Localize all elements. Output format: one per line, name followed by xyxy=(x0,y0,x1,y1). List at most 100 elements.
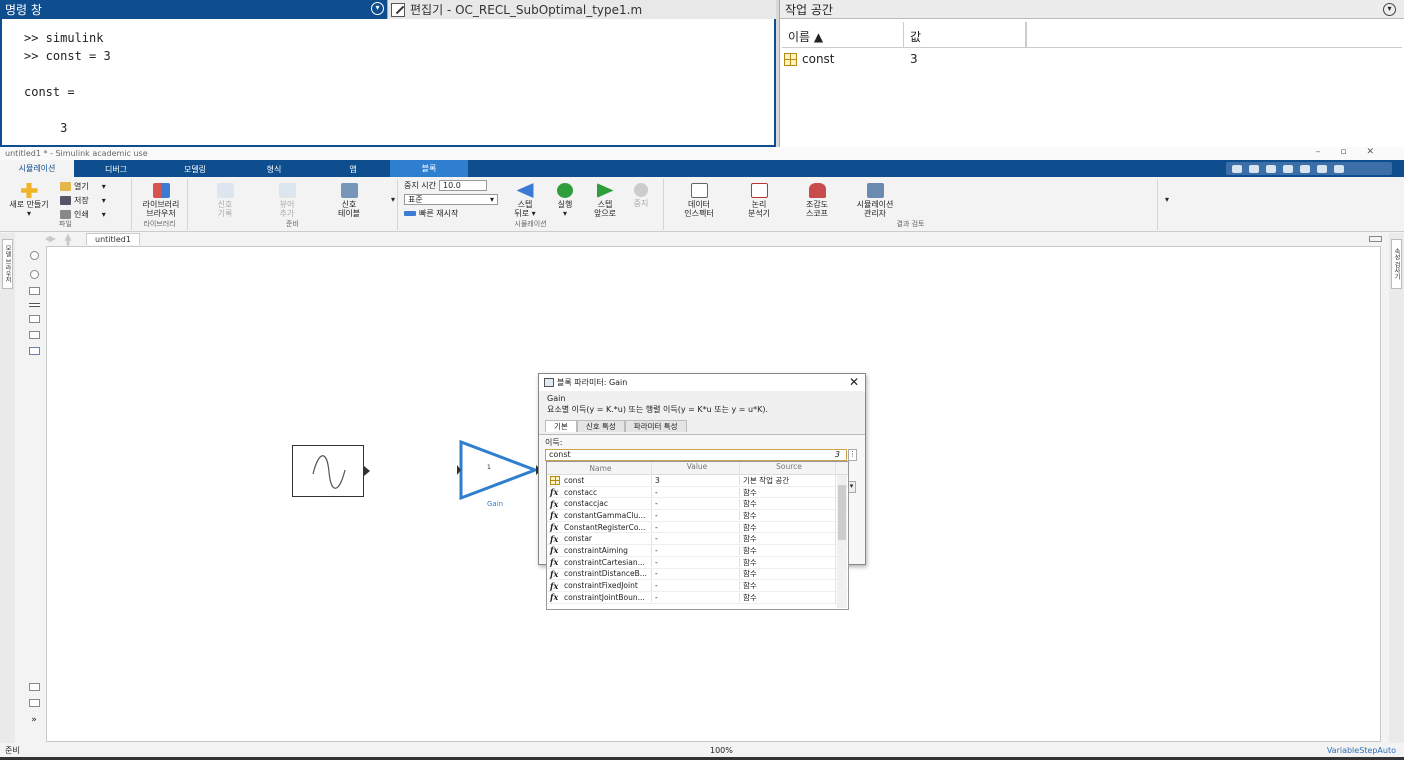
solver-link[interactable]: VariableStepAuto xyxy=(1327,746,1396,755)
prepare-gallery-chevron-icon[interactable]: ▾ xyxy=(391,195,395,204)
data-inspector-button[interactable]: 데이터 인스펙터 xyxy=(676,183,722,218)
fit-to-view-icon[interactable] xyxy=(28,287,40,295)
workspace-row[interactable]: const 3 xyxy=(782,48,1402,70)
editor-tab[interactable]: 편집기 - OC_RECL_SubOptimal_type1.m xyxy=(387,0,776,19)
new-button[interactable]: 새로 만들기 ▾ xyxy=(4,183,54,218)
arrow-line-icon[interactable] xyxy=(28,303,40,307)
search-icon[interactable] xyxy=(1283,164,1293,173)
model-explorer-icon[interactable] xyxy=(28,699,40,707)
ws-col-name[interactable]: 이름 ▲ xyxy=(782,22,904,47)
property-inspector-tab[interactable]: 속성 검사기 xyxy=(1391,239,1402,289)
panel-menu-icon[interactable]: ▾ xyxy=(371,2,384,15)
gain-block[interactable]: 1 xyxy=(457,439,541,502)
library-browser-button[interactable]: 라이브러리 브라우저 xyxy=(136,183,186,218)
data-inspector-label-2: 인스펙터 xyxy=(684,209,714,218)
step-back-button[interactable]: 스텝 뒤로 ▾ xyxy=(508,183,542,218)
ws-var-value: 3 xyxy=(910,52,918,66)
gain-block-name[interactable]: Gain xyxy=(487,500,503,508)
logic-analyzer-button[interactable]: 논리 분석기 xyxy=(736,183,782,218)
add-viewer-button[interactable]: 뷰어 추가 xyxy=(264,183,310,218)
settings-icon[interactable] xyxy=(1334,164,1344,173)
save-button[interactable]: 저장 ▾ xyxy=(60,195,106,206)
log-signals-label-1: 신호 xyxy=(217,200,233,209)
layout-icon[interactable] xyxy=(1300,164,1310,173)
model-browser-tab[interactable]: 모델 브라우저 xyxy=(2,239,13,289)
chevron-down-icon: ▾ xyxy=(529,209,536,218)
image-icon[interactable] xyxy=(28,331,40,339)
tab-signal-attributes[interactable]: 신호 특성 xyxy=(576,420,625,432)
cmd-line: 3 xyxy=(24,121,68,135)
scrollbar-thumb[interactable] xyxy=(838,485,846,540)
tab-main[interactable]: 기본 xyxy=(545,420,577,432)
sine-wave-block[interactable] xyxy=(292,445,370,497)
list-item[interactable]: fx constraintDistanceB... - 함수 xyxy=(547,568,848,581)
open-button[interactable]: 열기 ▾ xyxy=(60,181,106,192)
fast-restart-toggle[interactable]: 빠른 재시작 xyxy=(404,208,458,219)
simulation-manager-button[interactable]: 시뮬레이션 관리자 xyxy=(850,183,900,218)
tab-apps[interactable]: 앱 xyxy=(316,162,390,177)
ws-col-value[interactable]: 값 xyxy=(904,22,1026,47)
list-item[interactable]: fx constraintJointBoun... - 함수 xyxy=(547,591,848,604)
stop-time-input[interactable]: 10.0 xyxy=(438,180,487,191)
list-item[interactable]: fx constraintFixedJoint - 함수 xyxy=(547,580,848,592)
cmd-line xyxy=(24,65,774,83)
list-item[interactable]: fx constaccjac - 함수 xyxy=(547,498,848,511)
up-arrow-icon[interactable] xyxy=(65,233,72,245)
tab-simulation[interactable]: 시뮬레이션 xyxy=(0,160,74,177)
tab-parameter-attributes[interactable]: 파라미터 특성 xyxy=(624,420,687,432)
library-browser-label-2: 브라우저 xyxy=(146,209,176,218)
autocomplete-header: Name Value Source xyxy=(547,462,848,475)
list-item[interactable]: fx constraintAiming - 함수 xyxy=(547,544,848,557)
quick-access-toolbar[interactable] xyxy=(1226,162,1392,175)
zoom-icon[interactable] xyxy=(29,270,39,279)
sim-mode-select[interactable]: 표준 ▾ xyxy=(404,194,498,205)
help-icon[interactable] xyxy=(1317,164,1327,173)
function-icon: fx xyxy=(550,533,559,544)
viewer-icon xyxy=(278,183,296,198)
hide-show-icon[interactable] xyxy=(29,251,39,260)
ac-item-source: 함수 xyxy=(740,533,836,545)
ws-cell-name: const xyxy=(782,52,904,66)
panel-menu-icon[interactable]: ▾ xyxy=(1383,3,1396,16)
ribbon-section-file: 새로 만들기 ▾ 열기 ▾ 저장 ▾ 인쇄 ▾ 파일 xyxy=(0,179,132,230)
list-item[interactable]: fx constar - 함수 xyxy=(547,533,848,546)
undo-icon[interactable] xyxy=(1249,164,1259,173)
log-signals-button[interactable]: 신호 기록 xyxy=(202,183,248,218)
ac-item-source: 함수 xyxy=(740,486,836,498)
ac-item-source: 함수 xyxy=(740,544,836,556)
new-label: 새로 만들기 xyxy=(9,200,49,209)
save-icon[interactable] xyxy=(1232,164,1242,173)
step-forward-button[interactable]: 스텝 앞으로 xyxy=(588,183,622,218)
tab-debug[interactable]: 디버그 xyxy=(74,162,158,177)
stop-icon xyxy=(634,183,648,197)
list-item[interactable]: const 3 기본 작업 공간 xyxy=(547,474,848,487)
tab-block[interactable]: 블록 xyxy=(390,160,468,177)
expand-palette-icon[interactable]: » xyxy=(22,715,46,725)
more-options-icon[interactable]: ⋮ xyxy=(848,449,857,461)
breadcrumb[interactable]: untitled1 xyxy=(86,233,140,245)
close-icon[interactable]: ✕ xyxy=(849,375,859,389)
run-button[interactable]: 실행 ▾ xyxy=(548,183,582,218)
tab-modeling[interactable]: 모델링 xyxy=(158,162,232,177)
list-item[interactable]: fx constacc - 함수 xyxy=(547,486,848,499)
gain-input[interactable]: const 3 xyxy=(545,449,847,461)
list-item[interactable]: fx constantGammaClu... - 함수 xyxy=(547,509,848,522)
birds-eye-scope-button[interactable]: 조감도 스코프 xyxy=(794,183,840,218)
tab-format[interactable]: 형식 xyxy=(232,162,316,177)
window-controls[interactable]: –▫✕ xyxy=(1316,147,1394,157)
redo-icon[interactable] xyxy=(1266,164,1276,173)
area-icon[interactable] xyxy=(28,347,40,355)
output-port-icon[interactable] xyxy=(364,466,370,476)
model-data-icon[interactable] xyxy=(28,683,40,691)
ribbon-more-chevron-icon[interactable]: ▾ xyxy=(1165,195,1169,204)
image-annotation-icon[interactable] xyxy=(28,315,40,323)
signal-table-button[interactable]: 신호 테이블 xyxy=(326,183,372,218)
autocomplete-scrollbar[interactable] xyxy=(837,475,847,608)
list-item[interactable]: fx ConstantRegisterCo... - 함수 xyxy=(547,521,848,534)
ac-item-value: - xyxy=(652,487,740,497)
ac-item-value: - xyxy=(652,592,740,602)
hide-explorer-icon[interactable] xyxy=(1369,236,1382,242)
stop-button[interactable]: 중지 xyxy=(626,183,656,208)
command-window-output[interactable]: >> simulink >> const = 3 const = 3 xyxy=(0,19,776,147)
list-item[interactable]: fx constraintCartesian... - 함수 xyxy=(547,556,848,569)
